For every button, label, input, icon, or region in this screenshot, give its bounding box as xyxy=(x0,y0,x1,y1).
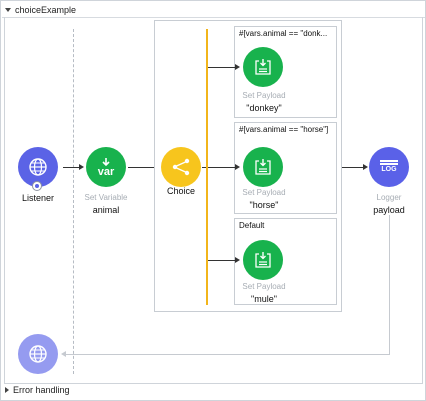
collapse-flow-icon[interactable] xyxy=(5,8,11,12)
error-handling-label: Error handling xyxy=(13,385,70,395)
globe-icon xyxy=(29,345,47,363)
logger-name: payload xyxy=(373,205,405,215)
set-payload-type-label: Set Payload xyxy=(242,188,286,197)
set-payload-value: "horse" xyxy=(249,200,279,210)
flow-header[interactable]: choiceExample xyxy=(5,4,76,16)
connector-arrow xyxy=(79,164,84,170)
error-handling-section[interactable]: Error handling xyxy=(5,385,70,395)
choice-label: Choice xyxy=(166,186,195,196)
route-condition: Default xyxy=(239,221,265,230)
set-variable-name: animal xyxy=(92,205,120,215)
route-arrow xyxy=(235,257,240,263)
set-payload-value: "donkey" xyxy=(246,103,282,113)
route-connector xyxy=(208,260,236,261)
set-payload-icon xyxy=(255,159,271,175)
set-payload-mule[interactable] xyxy=(243,240,283,280)
var-icon: var xyxy=(98,157,114,178)
route-condition: #[vars.animal == "donk... xyxy=(239,29,328,38)
flow-canvas: choiceExample Listener var Set Variable … xyxy=(0,0,426,401)
set-payload-value: "mule" xyxy=(251,294,277,304)
source-lane-divider xyxy=(73,29,74,374)
listener-response-component[interactable] xyxy=(18,334,58,374)
source-badge-icon xyxy=(32,181,42,191)
route-connector xyxy=(208,167,236,168)
flow-name: choiceExample xyxy=(15,5,77,15)
connector-line xyxy=(63,167,80,168)
route-arrow xyxy=(235,164,240,170)
return-path-line xyxy=(389,215,390,354)
choice-branch-icon xyxy=(172,158,190,176)
set-payload-donkey[interactable] xyxy=(243,47,283,87)
set-payload-type-label: Set Payload xyxy=(242,282,286,291)
logger-component[interactable]: LOG xyxy=(369,147,409,187)
connector-arrow xyxy=(363,164,368,170)
set-payload-type-label: Set Payload xyxy=(242,91,286,100)
connector-line xyxy=(342,167,364,168)
route-connector xyxy=(208,67,236,68)
return-arrow xyxy=(61,351,66,357)
globe-icon xyxy=(29,158,47,176)
set-payload-icon xyxy=(255,59,271,75)
logger-type-label: Logger xyxy=(376,193,402,202)
connector-line xyxy=(128,167,157,168)
set-variable-component[interactable]: var xyxy=(86,147,126,187)
set-payload-horse[interactable] xyxy=(243,147,283,187)
expand-error-handling-icon[interactable] xyxy=(5,387,9,393)
logger-icon: LOG xyxy=(380,160,398,174)
route-arrow xyxy=(235,64,240,70)
set-variable-type-label: Set Variable xyxy=(84,193,128,202)
return-path-line xyxy=(65,354,390,355)
listener-label: Listener xyxy=(21,193,55,203)
choice-component[interactable] xyxy=(161,147,201,187)
set-payload-icon xyxy=(255,252,271,268)
route-condition: #[vars.animal == "horse"] xyxy=(239,125,329,134)
